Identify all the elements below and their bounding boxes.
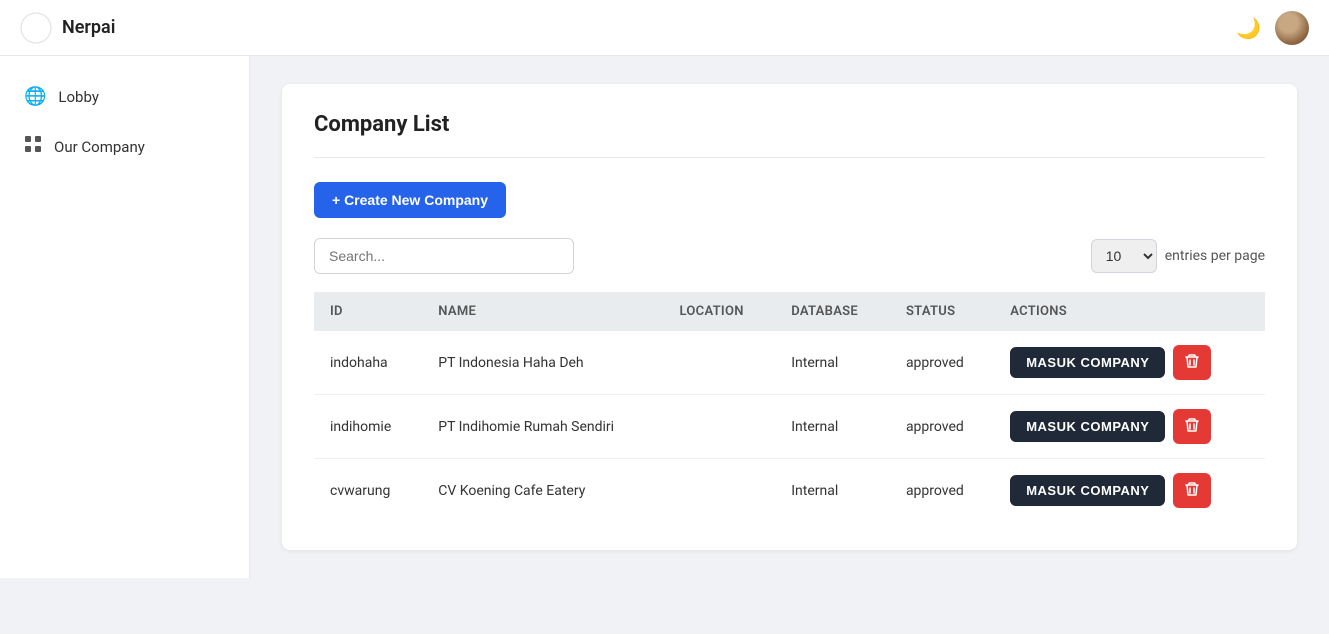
masuk-company-button[interactable]: MASUK COMPANY [1010, 411, 1165, 442]
our-company-icon [24, 135, 42, 158]
cell-id: indihomie [314, 395, 422, 459]
cell-name: PT Indonesia Haha Deh [422, 331, 663, 395]
cell-id: cvwarung [314, 459, 422, 523]
cell-location [663, 459, 775, 523]
toolbar: + Create New Company [314, 182, 1265, 218]
col-actions: ACTIONS [994, 292, 1265, 331]
cell-database: Internal [775, 331, 890, 395]
cell-database: Internal [775, 395, 890, 459]
masuk-company-button[interactable]: MASUK COMPANY [1010, 475, 1165, 506]
dark-mode-icon[interactable]: 🌙 [1236, 16, 1261, 40]
delete-company-button[interactable] [1173, 409, 1211, 444]
content-card: Company List + Create New Company 10 25 … [282, 84, 1297, 550]
cell-actions: MASUK COMPANY [994, 459, 1265, 523]
delete-company-button[interactable] [1173, 473, 1211, 508]
cell-location [663, 331, 775, 395]
cell-name: PT Indihomie Rumah Sendiri [422, 395, 663, 459]
sidebar-item-lobby-label: Lobby [58, 88, 99, 106]
col-name: NAME [422, 292, 663, 331]
app-title: Nerpai [62, 17, 115, 38]
cell-status: approved [890, 395, 994, 459]
table-header-row: ID NAME LOCATION DATABASE STATUS ACTIONS [314, 292, 1265, 331]
main-content: Company List + Create New Company 10 25 … [250, 56, 1329, 578]
create-new-company-button[interactable]: + Create New Company [314, 182, 506, 218]
masuk-company-button[interactable]: MASUK COMPANY [1010, 347, 1165, 378]
delete-company-button[interactable] [1173, 345, 1211, 380]
col-location: LOCATION [663, 292, 775, 331]
header-right: 🌙 [1236, 11, 1309, 45]
page-title: Company List [314, 112, 1265, 137]
app-logo: 🐾 [20, 12, 52, 44]
lobby-icon: 🌐 [24, 86, 46, 107]
cell-status: approved [890, 331, 994, 395]
cell-status: approved [890, 459, 994, 523]
app-header: 🐾 Nerpai 🌙 [0, 0, 1329, 56]
entries-control: 10 25 50 100 entries per page [1091, 239, 1265, 273]
entries-label: entries per page [1165, 248, 1265, 264]
user-avatar[interactable] [1275, 11, 1309, 45]
search-container [314, 238, 574, 274]
cell-name: CV Koening Cafe Eatery [422, 459, 663, 523]
sidebar-item-our-company[interactable]: Our Company [0, 121, 249, 172]
cell-database: Internal [775, 459, 890, 523]
table-row: indihomie PT Indihomie Rumah Sendiri Int… [314, 395, 1265, 459]
cell-actions: MASUK COMPANY [994, 395, 1265, 459]
toolbar-left: + Create New Company [314, 182, 506, 218]
sidebar-item-lobby[interactable]: 🌐 Lobby [0, 72, 249, 121]
search-input[interactable] [314, 238, 574, 274]
col-status: STATUS [890, 292, 994, 331]
layout: 🌐 Lobby Our Company Company List + Creat [0, 56, 1329, 578]
table-row: indohaha PT Indonesia Haha Deh Internal … [314, 331, 1265, 395]
table-row: cvwarung CV Koening Cafe Eatery Internal… [314, 459, 1265, 523]
company-table: ID NAME LOCATION DATABASE STATUS ACTIONS… [314, 292, 1265, 522]
col-id: ID [314, 292, 422, 331]
sidebar: 🌐 Lobby Our Company [0, 56, 250, 578]
sidebar-item-our-company-label: Our Company [54, 138, 145, 156]
title-divider [314, 157, 1265, 158]
cell-location [663, 395, 775, 459]
entries-per-page-select[interactable]: 10 25 50 100 [1091, 239, 1157, 273]
cell-actions: MASUK COMPANY [994, 331, 1265, 395]
col-database: DATABASE [775, 292, 890, 331]
header-left: 🐾 Nerpai [20, 12, 115, 44]
cell-id: indohaha [314, 331, 422, 395]
